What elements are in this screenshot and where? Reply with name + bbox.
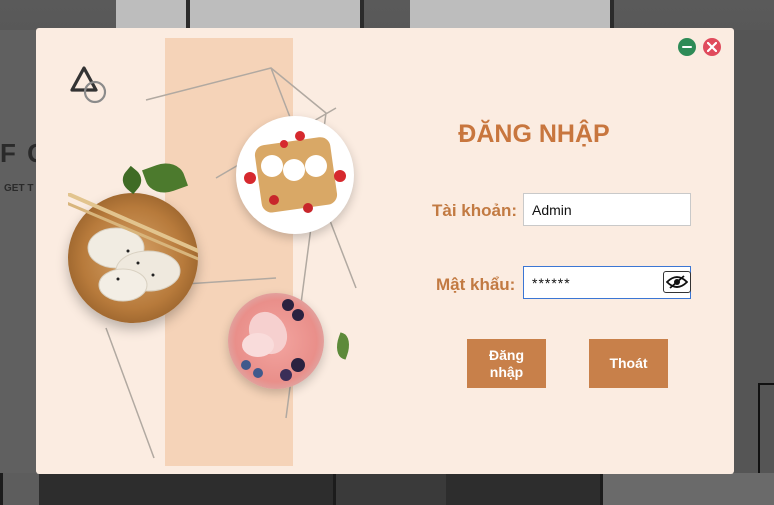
- login-button-label: Đăng nhập: [489, 346, 524, 380]
- crepes-plate-image: [236, 116, 354, 234]
- background-tile: [190, 0, 364, 30]
- exit-button[interactable]: Thoát: [589, 339, 668, 388]
- background-bottom: [0, 473, 774, 505]
- toggle-password-button[interactable]: [663, 271, 691, 293]
- password-label: Mật khẩu:: [436, 275, 516, 294]
- login-button[interactable]: Đăng nhập: [467, 339, 546, 388]
- minimize-button[interactable]: [678, 38, 696, 56]
- login-dialog: ĐĂNG NHẬP Tài khoản: Mật khẩu: Đăng nhập…: [36, 28, 734, 474]
- app-logo-icon: [70, 66, 107, 104]
- eye-slash-icon: [666, 275, 688, 289]
- close-button[interactable]: [703, 38, 721, 56]
- background-frame: [758, 383, 774, 477]
- background-tile: [410, 0, 614, 30]
- background-side: [0, 30, 36, 473]
- background-tile: [116, 0, 190, 30]
- smoothie-bowl-image: [228, 293, 324, 389]
- username-label: Tài khoản:: [432, 201, 518, 220]
- background-subtext: GET T: [4, 183, 34, 194]
- username-input[interactable]: [523, 193, 691, 226]
- page-title: ĐĂNG NHẬP: [458, 120, 610, 148]
- close-icon: [707, 42, 717, 52]
- exit-button-label: Thoát: [609, 355, 648, 371]
- dumplings-bowl-image: [68, 193, 198, 323]
